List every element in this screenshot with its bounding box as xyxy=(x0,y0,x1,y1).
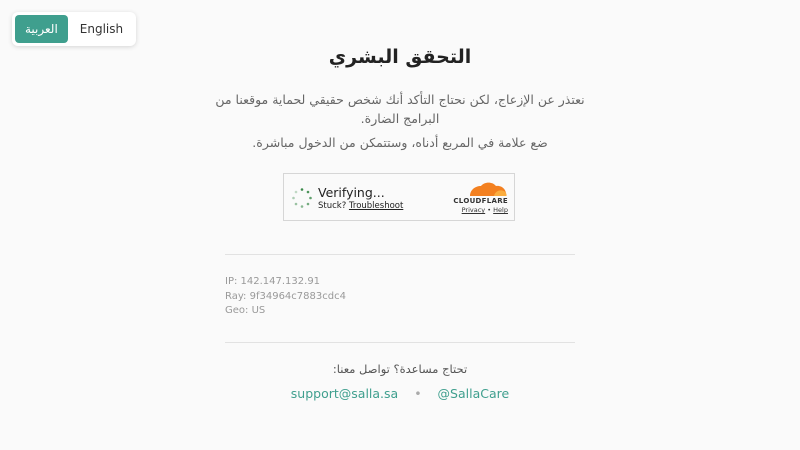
cloudflare-brand: CLOUDFLARE xyxy=(453,197,508,205)
captcha-widget[interactable]: Verifying... Stuck? Troubleshoot CLOUDFL… xyxy=(283,173,515,221)
contact-separator: • xyxy=(414,386,422,401)
stuck-label: Stuck? xyxy=(318,201,347,211)
ray-id: Ray: 9f34964c7883cdc4 xyxy=(225,290,346,302)
contact-links: support@salla.sa • @SallaCare xyxy=(0,386,800,401)
help-link[interactable]: Help xyxy=(493,206,508,214)
page-title: التحقق البشري xyxy=(328,46,472,68)
cloudflare-logo-icon xyxy=(470,182,507,196)
troubleshoot-link[interactable]: Troubleshoot xyxy=(349,201,403,211)
page: العربية English التحقق البشري نعتذر عن ا… xyxy=(0,0,800,450)
support-email-link[interactable]: support@salla.sa xyxy=(291,386,398,401)
cloudflare-links: Privacy • Help xyxy=(462,206,508,214)
ip-address: IP: 142.147.132.91 xyxy=(225,276,321,287)
connection-info: IP: 142.147.132.91 Ray: 9f34964c7883cdc4… xyxy=(225,275,346,319)
stuck-line: Stuck? Troubleshoot xyxy=(318,201,403,211)
geo-location: Geo: US xyxy=(225,305,266,316)
verifying-status: Verifying... xyxy=(318,185,385,200)
help-prompt: تحتاج مساعدة؟ تواصل معنا: xyxy=(332,362,468,376)
top-divider xyxy=(225,254,575,255)
arabic-language-button[interactable]: العربية xyxy=(15,15,68,43)
description-text: نعتذر عن الإزعاج، لكن نحتاج التأكد أنك ش… xyxy=(215,92,585,126)
instruction-text: ضع علامة في المربع أدناه، وستتمكن من الد… xyxy=(252,135,548,150)
english-language-button[interactable]: English xyxy=(70,15,133,43)
privacy-link[interactable]: Privacy xyxy=(462,206,486,214)
bottom-divider xyxy=(225,342,575,343)
language-switcher: العربية English xyxy=(12,12,137,46)
loading-spinner-icon xyxy=(292,188,312,208)
link-separator: • xyxy=(487,206,492,214)
twitter-handle-link[interactable]: @SallaCare xyxy=(438,386,510,401)
